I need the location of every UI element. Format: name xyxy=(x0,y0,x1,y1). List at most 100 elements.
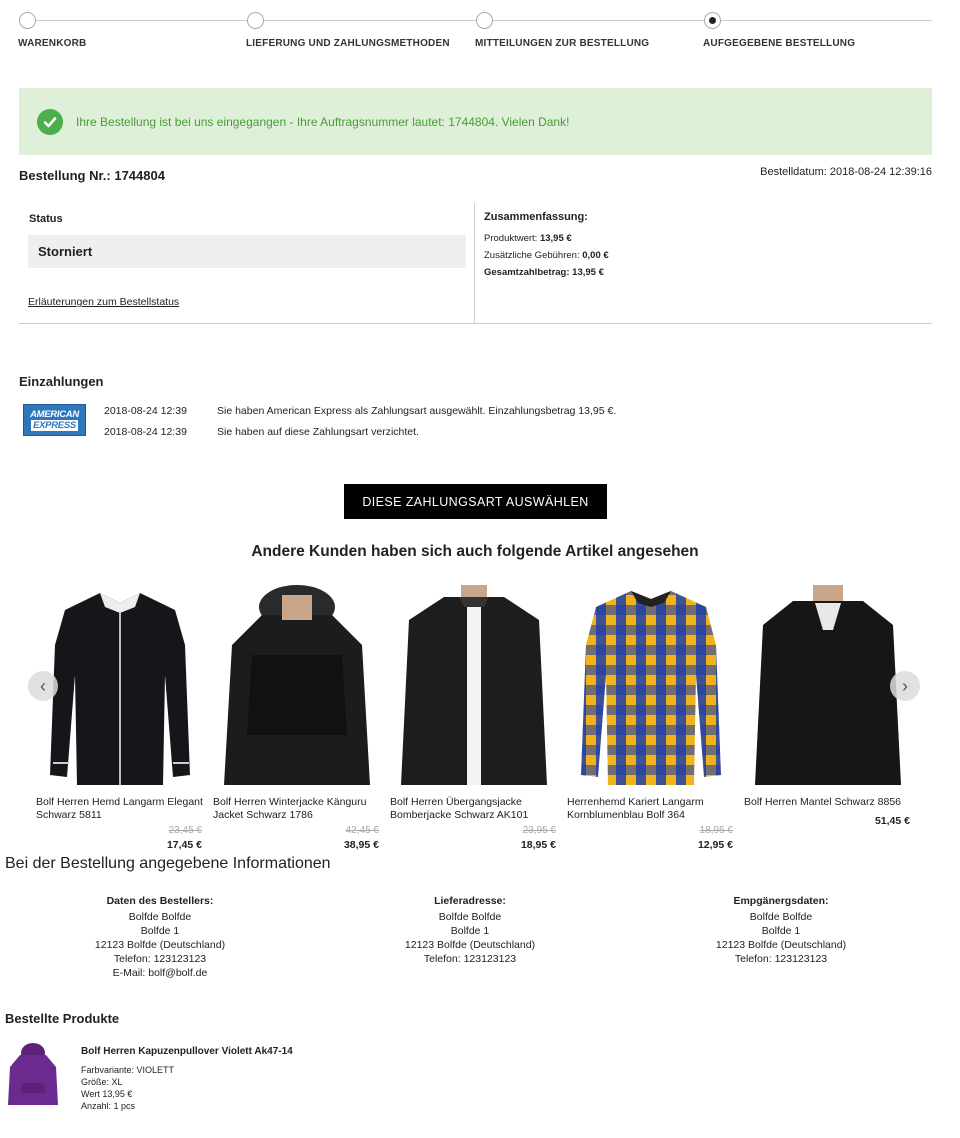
product-value: 13,95 € xyxy=(539,233,572,244)
status-value: Storniert xyxy=(28,235,466,268)
product-card[interactable]: Bolf Herren Übergangsjacke Bomberjacke S… xyxy=(384,585,556,851)
product-image[interactable] xyxy=(222,585,372,790)
step-messages: MITTEILUNGEN ZUR BESTELLUNG xyxy=(475,12,649,49)
step-delivery: LIEFERUNG UND ZAHLUNGSMETHODEN xyxy=(246,12,450,49)
checkout-steps: WARENKORB LIEFERUNG UND ZAHLUNGSMETHODEN… xyxy=(18,12,932,52)
step-placed: AUFGEGEBENE BESTELLUNG xyxy=(703,12,855,49)
ordered-products-heading: Bestellte Produkte xyxy=(5,1011,120,1026)
product-name[interactable]: Bolf Herren Hemd Langarm Elegant Schwarz… xyxy=(36,796,212,822)
product-card[interactable]: Bolf Herren Mantel Schwarz 8856 51,45 € xyxy=(738,585,910,827)
recommendations-heading: Andere Kunden haben sich auch folgende A… xyxy=(251,543,699,560)
amex-logo-line2: EXPRESS xyxy=(31,420,78,431)
delivery-line: 12123 Bolfde (Deutschland) xyxy=(404,939,536,951)
total-label: Gesamtzahlbetrag: xyxy=(484,267,570,278)
orderer-line: Telefon: 123123123 xyxy=(113,953,207,965)
check-circle-icon xyxy=(37,108,63,135)
chevron-left-icon[interactable]: ‹ xyxy=(28,671,58,701)
ordered-product-image[interactable] xyxy=(8,1043,58,1107)
product-price: 17,45 € xyxy=(166,839,202,851)
product-price: 51,45 € xyxy=(874,815,910,827)
payment-time: 2018-08-24 12:39 xyxy=(104,405,187,417)
order-summary: Zusammenfassung: Produktwert: 13,95 € Zu… xyxy=(484,211,609,284)
recipient-line: Bolfde Bolfde xyxy=(749,911,813,923)
product-name[interactable]: Bolf Herren Mantel Schwarz 8856 xyxy=(744,796,920,809)
step-dot xyxy=(19,12,36,29)
orderer-heading: Daten des Bestellers: xyxy=(106,895,214,907)
delivery-line: Bolfde 1 xyxy=(450,925,490,937)
product-image[interactable] xyxy=(576,585,726,790)
payment-time: 2018-08-24 12:39 xyxy=(104,426,187,438)
product-value-label: Produktwert: xyxy=(484,233,538,244)
orderer-line: 12123 Bolfde (Deutschland) xyxy=(94,939,226,951)
recipient-line: 12123 Bolfde (Deutschland) xyxy=(715,939,847,951)
product-name[interactable]: Bolf Herren Übergangsjacke Bomberjacke S… xyxy=(390,796,566,822)
fees-label: Zusätzliche Gebühren: xyxy=(484,250,580,261)
ordered-product-variant: Farbvariante: VIOLETT xyxy=(81,1065,175,1075)
orderer-line: Bolfde 1 xyxy=(140,925,180,937)
product-card[interactable]: Bolf Herren Winterjacke Känguru Jacket S… xyxy=(207,585,379,851)
product-old-price: 23,45 € xyxy=(168,825,202,836)
status-label: Status xyxy=(29,213,63,225)
product-name[interactable]: Bolf Herren Winterjacke Känguru Jacket S… xyxy=(213,796,389,822)
product-old-price: 23,95 € xyxy=(522,825,556,836)
recommendations-carousel: ‹ › Bolf Herren Hemd Langarm Elegant Sch… xyxy=(28,585,920,860)
ordered-product-quantity: Anzahl: 1 pcs xyxy=(81,1101,136,1111)
order-date: Bestelldatum: 2018-08-24 12:39:16 xyxy=(760,166,932,178)
delivery-line: Bolfde Bolfde xyxy=(438,911,502,923)
payment-row: 2018-08-24 12:39 Sie haben American Expre… xyxy=(104,405,616,417)
payment-row: 2018-08-24 12:39 Sie haben auf diese Zahl… xyxy=(104,426,419,438)
recipient-line: Telefon: 123123123 xyxy=(734,953,828,965)
delivery-heading: Lieferadresse: xyxy=(434,895,506,907)
product-card[interactable]: Herrenhemd Kariert Langarm Kornblumenbla… xyxy=(561,585,733,851)
step-dot xyxy=(247,12,264,29)
chevron-right-icon[interactable]: › xyxy=(890,671,920,701)
summary-fees: Zusätzliche Gebühren: 0,00 € xyxy=(484,250,609,261)
recipient-line: Bolfde 1 xyxy=(761,925,801,937)
payment-text: Sie haben American Express als Zahlungsa… xyxy=(217,405,617,417)
payment-text: Sie haben auf diese Zahlungsart verzicht… xyxy=(217,426,419,438)
delivery-address: Lieferadresse: Bolfde Bolfde Bolfde 1 12… xyxy=(320,894,620,966)
orderer-data: Daten des Bestellers: Bolfde Bolfde Bolf… xyxy=(10,894,310,980)
success-alert: Ihre Bestellung ist bei uns eingegangen … xyxy=(19,88,932,155)
ordered-product-size: Größe: XL xyxy=(81,1077,123,1087)
product-image[interactable] xyxy=(399,585,549,790)
step-label: MITTEILUNGEN ZUR BESTELLUNG xyxy=(475,38,650,49)
step-label: LIEFERUNG UND ZAHLUNGSMETHODEN xyxy=(246,38,450,49)
step-dot-active xyxy=(704,12,721,29)
summary-product-value: Produktwert: 13,95 € xyxy=(484,233,609,244)
status-explanation-link[interactable]: Erläuterungen zum Bestellstatus xyxy=(28,296,179,308)
delivery-line: Telefon: 123123123 xyxy=(423,953,517,965)
amex-logo: AMERICAN EXPRESS xyxy=(23,404,86,436)
recipient-data: Empgänergsdaten: Bolfde Bolfde Bolfde 1 … xyxy=(631,894,931,966)
product-old-price: 42,45 € xyxy=(345,825,379,836)
step-label: AUFGEGEBENE BESTELLUNG xyxy=(703,38,856,49)
success-message: Ihre Bestellung ist bei uns eingegangen … xyxy=(76,114,570,129)
step-label: WARENKORB xyxy=(18,38,87,49)
recipient-heading: Empgänergsdaten: xyxy=(733,895,829,907)
step-dot xyxy=(476,12,493,29)
order-number: Bestellung Nr.: 1744804 xyxy=(19,168,165,183)
ordered-product-value: Wert 13,95 € xyxy=(81,1089,133,1099)
summary-total: Gesamtzahlbetrag: 13,95 € xyxy=(484,267,609,278)
orderer-line: Bolfde Bolfde xyxy=(128,911,192,923)
product-image[interactable] xyxy=(45,585,195,790)
step-cart: WARENKORB xyxy=(18,12,86,49)
product-price: 38,95 € xyxy=(343,839,379,851)
order-info-heading: Bei der Bestellung angegebene Informatio… xyxy=(5,855,331,872)
product-price: 18,95 € xyxy=(520,839,556,851)
select-payment-button[interactable]: DIESE ZAHLUNGSART AUSWÄHLEN xyxy=(344,484,607,519)
summary-heading: Zusammenfassung: xyxy=(484,211,588,223)
orderer-line: E-Mail: bolf@bolf.de xyxy=(112,967,208,979)
product-name[interactable]: Herrenhemd Kariert Langarm Kornblumenbla… xyxy=(567,796,743,822)
amex-logo-line1: AMERICAN xyxy=(30,409,79,420)
panel-divider xyxy=(474,203,475,323)
product-image[interactable] xyxy=(753,585,903,790)
total-value: 13,95 € xyxy=(572,267,604,278)
order-status-panel: Status Storniert Erläuterungen zum Beste… xyxy=(19,203,932,324)
ordered-product-title[interactable]: Bolf Herren Kapuzenpullover Violett Ak47… xyxy=(81,1046,293,1058)
ordered-product-details: Bolf Herren Kapuzenpullover Violett Ak47… xyxy=(81,1046,293,1112)
payments-heading: Einzahlungen xyxy=(19,374,104,389)
fees-value: 0,00 € xyxy=(582,250,609,261)
product-price: 12,95 € xyxy=(697,839,733,851)
product-old-price: 18,95 € xyxy=(699,825,733,836)
